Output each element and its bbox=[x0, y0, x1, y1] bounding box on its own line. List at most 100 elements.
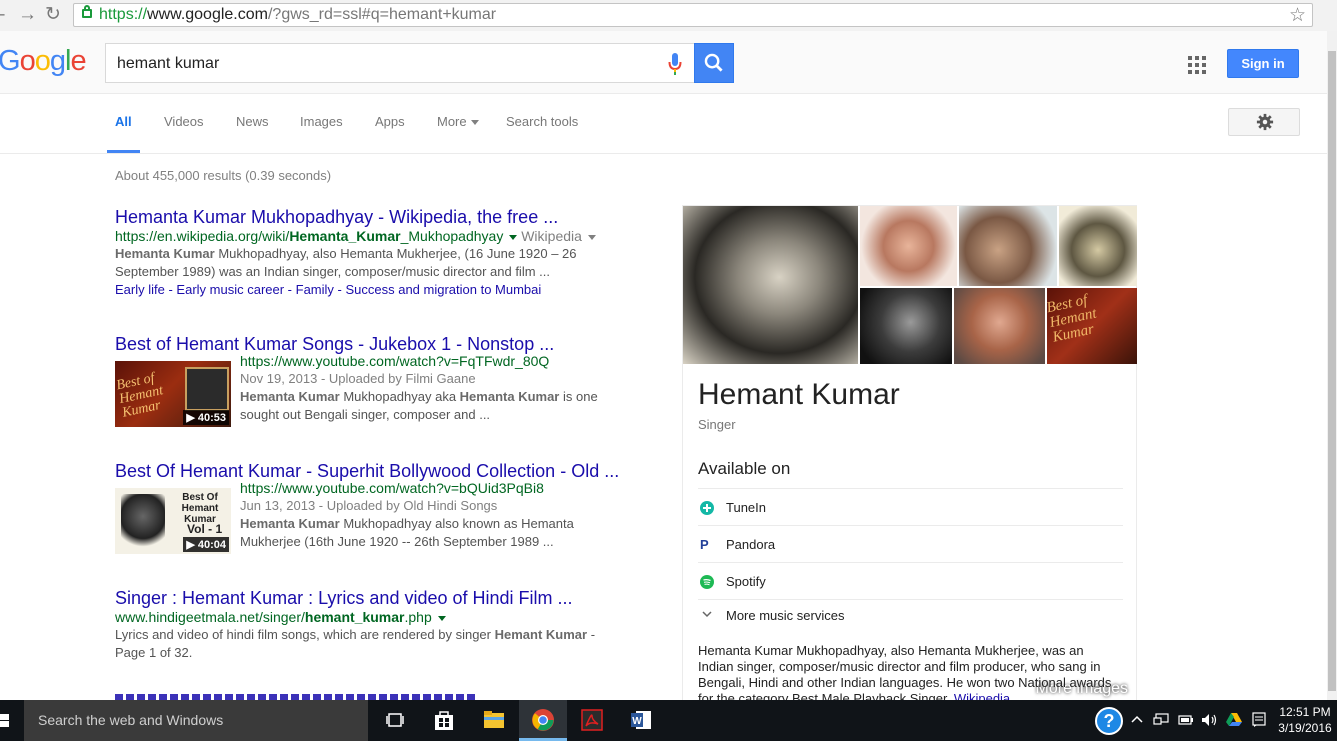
more-music-services[interactable]: More music services bbox=[698, 599, 1123, 630]
taskbar-search-box[interactable]: Search the web and Windows bbox=[24, 700, 368, 741]
result-url: www.hindigeetmala.net/singer/hemant_kuma… bbox=[115, 609, 635, 626]
result-snippet: Hemanta Kumar Mukhopadhyay aka Hemanta K… bbox=[240, 389, 598, 422]
svg-text:?: ? bbox=[1104, 711, 1115, 731]
result-snippet: Hemanta Kumar Mukhopadhyay, also Hemanta… bbox=[115, 246, 577, 279]
available-on-heading: Available on bbox=[698, 459, 791, 478]
back-icon[interactable]: – bbox=[0, 5, 5, 25]
gear-icon bbox=[1256, 113, 1274, 131]
portrait-image[interactable]: Best of Hemant Kumar bbox=[1047, 288, 1137, 364]
search-tools-button[interactable]: Search tools bbox=[506, 114, 578, 129]
google-header: Google Sign in bbox=[0, 31, 1327, 94]
entity-description: Hemanta Kumar Mukhopadhyay, also Hemanta… bbox=[698, 643, 1112, 706]
url-dropdown-icon[interactable] bbox=[437, 615, 446, 621]
portrait-image[interactable] bbox=[954, 288, 1045, 364]
portrait-image[interactable] bbox=[959, 206, 1057, 286]
thumbnail-volume: Vol - 1 bbox=[187, 522, 223, 536]
result-title[interactable]: Singer : Hemant Kumar : Lyrics and video… bbox=[115, 587, 635, 609]
scrollbar-thumb[interactable] bbox=[1328, 51, 1336, 691]
tab-apps[interactable]: Apps bbox=[375, 114, 405, 129]
windows-start-icon[interactable] bbox=[0, 714, 10, 728]
forward-icon[interactable]: → bbox=[18, 5, 37, 25]
svg-text:W: W bbox=[632, 716, 642, 727]
result-date: Jun 13, 2013 - Uploaded by Old Hindi Son… bbox=[240, 498, 498, 513]
task-view-icon[interactable] bbox=[384, 708, 408, 732]
reload-icon[interactable]: ↻ bbox=[45, 5, 61, 25]
result-url: https://www.youtube.com/watch?v=FqTFwdr_… bbox=[240, 353, 550, 369]
lock-icon bbox=[82, 5, 92, 18]
search-button[interactable] bbox=[694, 43, 734, 83]
word-icon[interactable]: W bbox=[629, 708, 653, 732]
video-duration: ▶ 40:53 bbox=[183, 410, 229, 425]
result-title[interactable]: Hemanta Kumar Mukhopadhyay - Wikipedia, … bbox=[115, 206, 635, 228]
search-input[interactable] bbox=[115, 50, 659, 78]
result-title[interactable]: Best Of Hemant Kumar - Superhit Bollywoo… bbox=[115, 460, 635, 482]
address-url[interactable]: https://www.google.com/?gws_rd=ssl#q=hem… bbox=[99, 6, 496, 24]
file-explorer-icon[interactable] bbox=[482, 708, 506, 732]
knowledge-panel: Best of Hemant Kumar More images Hemant … bbox=[682, 205, 1137, 706]
sitelink[interactable]: Early music career bbox=[176, 282, 284, 297]
chevron-down-icon bbox=[702, 611, 712, 618]
network-icon[interactable] bbox=[1153, 713, 1169, 727]
battery-icon[interactable] bbox=[1178, 714, 1194, 726]
thumbnail-text: Best Of Hemant Kumar bbox=[181, 492, 219, 525]
result-url: https://en.wikipedia.org/wiki/Hemanta_Ku… bbox=[115, 228, 635, 245]
portrait-image[interactable] bbox=[1059, 206, 1137, 286]
tab-news[interactable]: News bbox=[236, 114, 269, 129]
chevron-down-icon bbox=[470, 120, 479, 126]
pandora-icon: P bbox=[700, 537, 709, 552]
bookmark-star-icon[interactable]: ☆ bbox=[1289, 4, 1306, 27]
chevron-up-icon[interactable] bbox=[1131, 714, 1143, 724]
sitelink[interactable]: Family bbox=[296, 282, 334, 297]
store-icon[interactable] bbox=[432, 708, 456, 732]
google-drive-icon[interactable] bbox=[1226, 712, 1242, 727]
search-box[interactable] bbox=[105, 43, 695, 83]
entity-title: Hemant Kumar bbox=[698, 378, 900, 411]
portrait-image[interactable] bbox=[683, 206, 858, 364]
result-stats: About 455,000 results (0.39 seconds) bbox=[115, 168, 332, 183]
search-result: Hemanta Kumar Mukhopadhyay - Wikipedia, … bbox=[115, 206, 635, 299]
thumbnail-text: Best of Hemant Kumar bbox=[115, 370, 165, 421]
tab-more[interactable]: More bbox=[437, 114, 479, 129]
microphone-icon[interactable] bbox=[668, 53, 682, 75]
result-date: Nov 19, 2013 - Uploaded by Filmi Gaane bbox=[240, 371, 476, 386]
video-thumbnail[interactable]: Best of Hemant Kumar ▶ 40:53 bbox=[115, 361, 231, 427]
portrait-image[interactable] bbox=[860, 288, 952, 364]
settings-button[interactable] bbox=[1228, 108, 1300, 136]
tab-videos[interactable]: Videos bbox=[164, 114, 204, 129]
address-bar[interactable]: https://www.google.com/?gws_rd=ssl#q=hem… bbox=[73, 3, 1313, 27]
portrait-image[interactable] bbox=[860, 206, 957, 286]
chrome-taskbar-button[interactable] bbox=[519, 700, 567, 741]
thumbnail-text: Best of Hemant Kumar bbox=[1047, 292, 1098, 346]
url-dropdown-icon[interactable] bbox=[509, 234, 518, 240]
source-dropdown-icon[interactable] bbox=[587, 234, 596, 240]
acrobat-icon[interactable] bbox=[580, 708, 604, 732]
tab-images[interactable]: Images bbox=[300, 114, 343, 129]
service-pandora[interactable]: P Pandora bbox=[698, 525, 1123, 563]
video-result: Best Of Hemant Kumar - Superhit Bollywoo… bbox=[115, 460, 635, 560]
action-center-icon[interactable] bbox=[1252, 712, 1266, 728]
result-snippet: Hemanta Kumar Mukhopadhyay also known as… bbox=[240, 516, 574, 549]
portrait-image bbox=[121, 494, 165, 550]
windows-taskbar: Search the web and Windows W ? 12:51 PM 3… bbox=[0, 700, 1337, 741]
chrome-icon bbox=[532, 709, 554, 731]
sitelink[interactable]: Success and migration to Mumbai bbox=[345, 282, 541, 297]
search-tabs: All Videos News Images Apps More Search … bbox=[0, 94, 1327, 154]
help-icon[interactable]: ? bbox=[1094, 706, 1124, 736]
result-title[interactable]: Best of Hemant Kumar Songs - Jukebox 1 -… bbox=[115, 333, 635, 355]
video-thumbnail[interactable]: Best Of Hemant Kumar Vol - 1 ▶ 40:04 bbox=[115, 488, 231, 554]
search-result: Singer : Hemant Kumar : Lyrics and video… bbox=[115, 587, 635, 662]
volume-icon[interactable] bbox=[1201, 713, 1219, 727]
active-tab-indicator bbox=[107, 150, 140, 153]
tab-all[interactable]: All bbox=[115, 114, 132, 129]
sign-in-button[interactable]: Sign in bbox=[1227, 49, 1299, 78]
service-spotify[interactable]: Spotify bbox=[698, 562, 1123, 600]
apps-grid-icon[interactable] bbox=[1188, 56, 1206, 74]
tunein-icon bbox=[700, 501, 714, 515]
sitelink[interactable]: Early life bbox=[115, 282, 165, 297]
service-tunein[interactable]: TuneIn bbox=[698, 488, 1123, 526]
result-url: https://www.youtube.com/watch?v=bQUid3Pq… bbox=[240, 480, 544, 496]
google-logo[interactable]: Google bbox=[0, 45, 87, 78]
scrollbar[interactable] bbox=[1327, 31, 1337, 700]
video-result: Best of Hemant Kumar Songs - Jukebox 1 -… bbox=[115, 333, 635, 433]
system-clock[interactable]: 12:51 PM 3/19/2016 bbox=[1276, 704, 1334, 736]
